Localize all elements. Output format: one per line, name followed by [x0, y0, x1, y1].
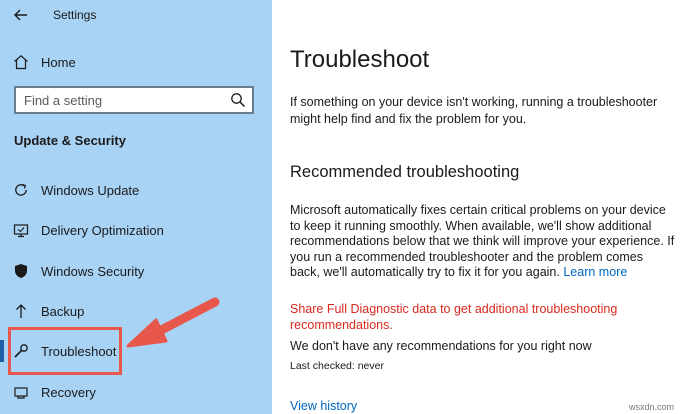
- annotation-highlight-box: [8, 327, 122, 375]
- sidebar-item-label: Windows Update: [41, 182, 140, 198]
- sidebar-item-recovery[interactable]: Recovery: [0, 374, 272, 410]
- sidebar-item-label: Delivery Optimization: [41, 222, 164, 238]
- watermark: wsxdn.com: [628, 402, 674, 412]
- app-title: Settings: [53, 8, 97, 22]
- search-box: [14, 86, 254, 114]
- sidebar-item-windows-security[interactable]: Windows Security: [0, 253, 272, 289]
- learn-more-link[interactable]: Learn more: [563, 265, 627, 279]
- shield-icon: [12, 262, 30, 280]
- sidebar-item-label: Backup: [41, 303, 85, 319]
- back-button[interactable]: [10, 5, 32, 25]
- sidebar-item-delivery-optimization[interactable]: Delivery Optimization: [0, 212, 272, 248]
- recovery-icon: [12, 383, 30, 401]
- sidebar-item-label: Windows Security: [41, 263, 145, 279]
- last-checked-text: Last checked: never: [290, 360, 384, 372]
- home-nav-item[interactable]: Home: [0, 44, 272, 80]
- intro-text: If something on your device isn't workin…: [290, 95, 658, 126]
- backup-arrow-icon: [12, 302, 30, 320]
- section-heading: Update & Security: [14, 133, 126, 148]
- search-input[interactable]: [16, 88, 242, 112]
- page-title: Troubleshoot: [290, 46, 430, 73]
- home-icon: [12, 53, 30, 71]
- no-recommendations-text: We don't have any recommendations for yo…: [290, 339, 592, 353]
- home-label: Home: [41, 54, 76, 70]
- view-history-link[interactable]: View history: [290, 399, 357, 413]
- back-arrow-icon: [14, 9, 27, 21]
- search-icon[interactable]: [230, 92, 246, 108]
- title-bar: Settings: [0, 0, 272, 30]
- share-diagnostic-link[interactable]: Share Full Diagnostic data to get additi…: [290, 301, 630, 333]
- refresh-icon: [12, 181, 30, 199]
- sidebar-item-label: Recovery: [41, 384, 96, 400]
- sidebar-item-windows-update[interactable]: Windows Update: [0, 172, 272, 208]
- recommended-heading: Recommended troubleshooting: [290, 163, 520, 181]
- main-content: Troubleshoot If something on your device…: [272, 0, 680, 414]
- recommended-body: Microsoft automatically fixes certain cr…: [290, 203, 675, 281]
- annotation-arrow-icon: [126, 297, 220, 348]
- delivery-optimization-icon: [12, 221, 30, 239]
